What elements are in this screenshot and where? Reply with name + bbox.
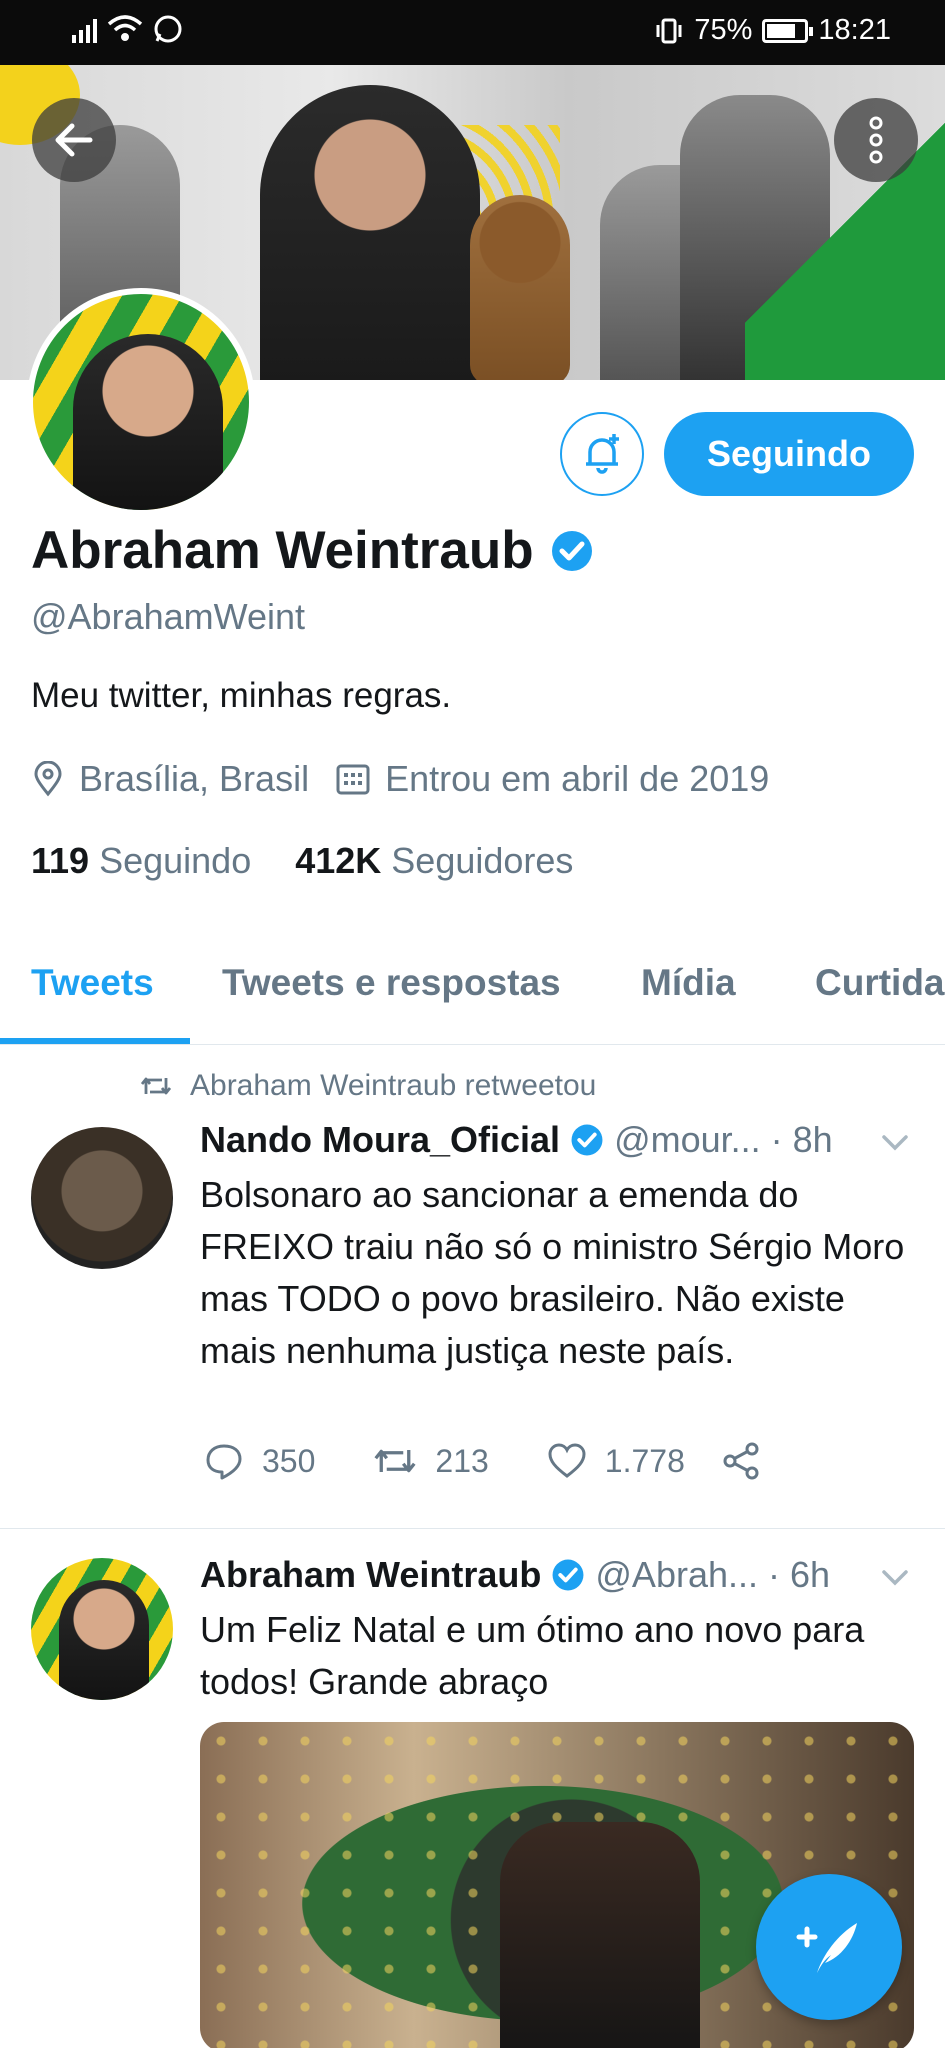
tab-media[interactable]: Mídia (641, 962, 736, 1004)
notifications-button[interactable] (560, 412, 644, 496)
tweet-actions: 350 213 1.778 (204, 1441, 819, 1481)
back-button[interactable] (32, 98, 116, 182)
profile-tabs: Tweets Tweets e respostas Mídia Curtida (0, 940, 945, 1045)
following-count: 119 (31, 840, 90, 881)
battery-icon (762, 18, 814, 43)
tweet-avatar[interactable] (31, 1127, 173, 1269)
status-left (72, 14, 183, 44)
chevron-down-icon[interactable] (880, 1133, 910, 1153)
profile-counts: 119 Seguindo 412K Seguidores (31, 840, 573, 882)
retweet-button[interactable]: 213 (373, 1442, 489, 1480)
verified-badge-icon (571, 1124, 603, 1156)
verified-badge-icon (551, 530, 592, 571)
vibrate-icon (656, 18, 682, 43)
heart-icon (548, 1443, 586, 1478)
status-right: 75% 18:21 (654, 14, 891, 47)
following-label: Seguindo (99, 840, 252, 881)
retweet-count: 213 (435, 1442, 489, 1479)
tweet-header: Abraham Weintraub @Abrah... · 6h (200, 1554, 830, 1596)
profile-handle: @AbrahamWeint (31, 596, 305, 637)
followers-link[interactable]: 412K Seguidores (295, 840, 573, 882)
like-count: 1.778 (604, 1442, 685, 1479)
profile-meta: Brasília, Brasil Entrou em abril de 2019 (31, 758, 769, 800)
tweet-author-name[interactable]: Abraham Weintraub (200, 1554, 541, 1596)
following-button[interactable]: Seguindo (664, 412, 914, 496)
tweet-author-handle: @mour... (614, 1119, 761, 1160)
more-vertical-icon (869, 116, 883, 164)
tweet-time: · 8h (770, 1119, 833, 1160)
profile-location: Brasília, Brasil (79, 758, 310, 799)
clock: 18:21 (818, 14, 891, 46)
battery-percent: 75% (694, 14, 753, 46)
share-button[interactable] (721, 1441, 761, 1481)
compose-feather-icon (796, 1923, 857, 1973)
tab-tweets-and-replies[interactable]: Tweets e respostas (222, 962, 561, 1004)
retweet-icon (374, 1449, 416, 1473)
compose-tweet-button[interactable] (756, 1874, 902, 2020)
retweet-icon (140, 1077, 172, 1095)
following-link[interactable]: 119 Seguindo (31, 840, 251, 882)
reply-button[interactable]: 350 (204, 1441, 315, 1481)
verified-badge-icon (552, 1559, 584, 1591)
tweet-header: Nando Moura_Oficial @mour... · 8h (200, 1119, 833, 1161)
share-icon (723, 1442, 759, 1480)
tweet-time: · 6h (768, 1554, 831, 1595)
signal-icon (72, 15, 97, 43)
tweet-text: Um Feliz Natal e um ótimo ano novo para … (200, 1609, 865, 1702)
status-bar: 75% 18:21 (0, 0, 945, 65)
retweet-label: Abraham Weintraub retweetou (190, 1069, 597, 1102)
wifi-icon (107, 15, 143, 41)
profile-joined: Entrou em abril de 2019 (385, 758, 770, 799)
tweet-text: Bolsonaro ao sancionar a emenda do FREIX… (200, 1174, 905, 1371)
like-button[interactable]: 1.778 (547, 1442, 685, 1480)
tab-likes[interactable]: Curtida (815, 962, 945, 1004)
reply-icon (206, 1444, 242, 1480)
profile-name: Abraham Weintraub (31, 521, 534, 580)
bell-plus-icon (586, 434, 619, 474)
retweet-context: Abraham Weintraub retweetou (140, 1069, 596, 1103)
tab-tweets[interactable]: Tweets (31, 962, 154, 1004)
profile-avatar[interactable] (27, 288, 255, 516)
tweet-author-handle: @Abrah... (595, 1554, 759, 1595)
more-options-button[interactable] (834, 98, 918, 182)
tweet-avatar[interactable] (31, 1558, 173, 1700)
tweet-author-name[interactable]: Nando Moura_Oficial (200, 1119, 560, 1161)
calendar-icon (336, 764, 370, 795)
profile-name-row: Abraham Weintraub (31, 520, 594, 581)
reply-count: 350 (262, 1442, 316, 1479)
chevron-down-icon[interactable] (880, 1568, 910, 1588)
active-tab-indicator (0, 1038, 190, 1044)
whatsapp-icon (154, 15, 182, 43)
followers-label: Seguidores (391, 840, 574, 881)
arrow-left-icon (55, 123, 93, 157)
profile-bio: Meu twitter, minhas regras. (31, 676, 452, 715)
followers-count: 412K (295, 840, 382, 881)
location-pin-icon (34, 761, 62, 797)
tweet[interactable]: Abraham Weintraub retweetou Nando Moura_… (0, 1045, 945, 1529)
